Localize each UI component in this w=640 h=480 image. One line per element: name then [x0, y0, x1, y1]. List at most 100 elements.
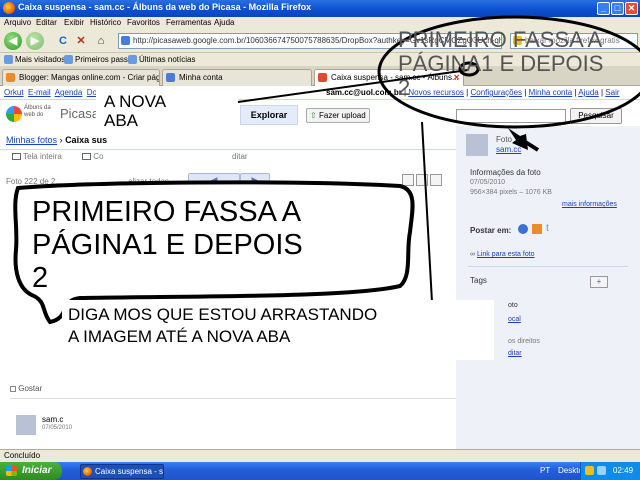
big-instruction: PRIMEIRO FASSA A PÁGINA1 E DEPOIS 2: [32, 196, 303, 294]
prev-photo-button[interactable]: ◀: [188, 173, 240, 187]
fullscreen-icon: [12, 153, 21, 161]
post-label: Postar em:: [470, 226, 512, 235]
minimize-button[interactable]: _: [597, 2, 610, 15]
like-icon: [10, 385, 16, 392]
rights-text: os direitos: [508, 338, 540, 345]
home-icon[interactable]: ⌂: [94, 34, 108, 48]
menu-favoritos[interactable]: Favoritos: [127, 18, 160, 27]
blogger-icon: [6, 73, 15, 82]
breadcrumb-root[interactable]: Minhas fotos: [6, 135, 57, 145]
menu-arquivo[interactable]: Arquivo: [4, 18, 31, 27]
menu-editar[interactable]: Editar: [36, 18, 57, 27]
photo-link[interactable]: ∞ Link para esta foto: [470, 251, 535, 258]
photo-counter: Foto 222 de 2...: [6, 177, 63, 186]
firefox-icon: [83, 467, 92, 476]
bookmark-icon: [64, 55, 73, 64]
account-email: sam.cc@uol.com.br: [326, 88, 402, 97]
maximize-button[interactable]: □: [611, 2, 624, 15]
zoom-in-icon[interactable]: [402, 174, 414, 186]
upload-icon: ⇧: [310, 111, 317, 120]
close-button[interactable]: ✕: [625, 2, 638, 15]
new-tab-note: A NOVA ABA: [104, 92, 167, 130]
rights-edit-link[interactable]: ditar: [508, 350, 522, 357]
divider: [10, 398, 456, 399]
location-link[interactable]: ocal: [508, 316, 521, 323]
comment-icon: [82, 153, 91, 161]
info-title: Informações da foto: [470, 168, 541, 177]
tab-label: Blogger: Mangas online.com - Criar pág..…: [19, 73, 160, 82]
edit-button[interactable]: ditar: [232, 152, 248, 161]
tray-icon[interactable]: [585, 466, 594, 475]
photo-dims: 956×384 pixels – 1076 KB: [470, 189, 552, 196]
back-button[interactable]: ◀: [4, 32, 22, 50]
upload-button[interactable]: ⇧ Fazer upload: [306, 108, 370, 123]
next-photo-button[interactable]: ▶: [240, 173, 270, 187]
rss-icon: [128, 55, 137, 64]
taskbar-item-firefox[interactable]: Caixa suspensa - sam...: [80, 464, 164, 479]
title-bar: Caixa suspensa - sam.cc - Álbuns da web …: [0, 0, 640, 17]
windows-flag-icon: [6, 466, 17, 476]
drag-note: DIGA MOS QUE ESTOU ARRASTANDO A IMAGEM A…: [68, 305, 378, 346]
forward-button[interactable]: ▶: [26, 32, 44, 50]
link-icon: ∞: [470, 251, 475, 258]
owner-label: Foto: [496, 135, 513, 144]
topnav-email[interactable]: E-mail: [28, 88, 51, 97]
tab-minha-conta[interactable]: Minha conta: [162, 69, 312, 86]
picasa-icon: [318, 73, 327, 82]
avatar: [16, 415, 36, 435]
rotate-icon[interactable]: [430, 174, 442, 186]
location-label: oto: [508, 302, 518, 309]
owner-link[interactable]: sam.cc: [496, 145, 521, 154]
breadcrumb: Minhas fotos › Caixa sus: [6, 135, 108, 145]
topnav-agenda[interactable]: Agenda: [55, 88, 83, 97]
network-icon[interactable]: [597, 466, 606, 475]
bookmark-mais-visitados[interactable]: Mais visitados: [15, 55, 65, 64]
topnav-orkut[interactable]: Orkut: [4, 88, 24, 97]
start-button[interactable]: Iniciar: [0, 462, 62, 480]
tab-explorar[interactable]: Explorar: [240, 105, 298, 125]
comment-button[interactable]: Co: [82, 152, 103, 161]
menu-historico[interactable]: Histórico: [90, 18, 121, 27]
pesquisar-button[interactable]: Pesquisar: [570, 108, 622, 124]
slideshow-link[interactable]: alizar todas: [128, 177, 169, 186]
fullscreen-button[interactable]: Tela inteira: [12, 152, 62, 161]
stop-icon[interactable]: ✕: [74, 34, 88, 48]
picasa-logo-word: Picasa: [60, 106, 100, 121]
bookmark-ultimas-noticias[interactable]: Últimas notícias: [139, 55, 195, 64]
divider: [468, 266, 628, 267]
taskbar: Iniciar Caixa suspensa - sam... PT Deskt…: [0, 462, 640, 480]
menu-ferramentas[interactable]: Ferramentas: [166, 18, 211, 27]
divider: [0, 149, 456, 150]
more-info-link[interactable]: mais informações: [562, 201, 617, 208]
menu-exibir[interactable]: Exibir: [64, 18, 84, 27]
comment-author[interactable]: sam.c: [42, 415, 63, 424]
overlay-text: PRIMEIRO FASSA A PÁGINA1 E DEPOIS 2: [398, 27, 604, 100]
blogger-icon[interactable]: [532, 224, 542, 234]
language-indicator[interactable]: PT: [540, 466, 550, 475]
status-bar: Concluído: [0, 449, 640, 462]
clock: 02:49: [613, 466, 634, 475]
photo-info-panel: Foto sam.cc Informações da foto 07/05/20…: [456, 126, 640, 449]
google-icon: [166, 73, 175, 82]
tab-label: Minha conta: [179, 73, 223, 82]
window-title: Caixa suspensa - sam.cc - Álbuns da web …: [18, 2, 312, 12]
twitter-icon[interactable]: t: [546, 224, 556, 234]
zoom-out-icon[interactable]: [416, 174, 428, 186]
add-tag-button[interactable]: +: [590, 276, 608, 288]
photo-date: 07/05/2010: [470, 179, 506, 186]
firefox-icon: [3, 2, 15, 14]
system-tray: 02:49: [580, 462, 640, 480]
menu-ajuda[interactable]: Ajuda: [214, 18, 234, 27]
tab-blogger[interactable]: Blogger: Mangas online.com - Criar pág..…: [2, 69, 160, 86]
picasa-logo-text: Álbuns da web do: [24, 105, 51, 118]
reload-icon[interactable]: C: [56, 34, 70, 48]
buzz-icon[interactable]: [518, 224, 528, 234]
google-topnav: Orkut E-mail Agenda Docs: [4, 88, 105, 97]
status-text: Concluído: [4, 451, 41, 460]
owner-avatar: [466, 134, 488, 156]
comment-date: 07/05/2010: [42, 425, 73, 431]
like-button[interactable]: Gostar: [10, 384, 42, 393]
picasa-logo-icon: [6, 106, 22, 122]
picasa-search-input[interactable]: [456, 109, 566, 123]
link-sair[interactable]: Sair: [605, 88, 619, 97]
